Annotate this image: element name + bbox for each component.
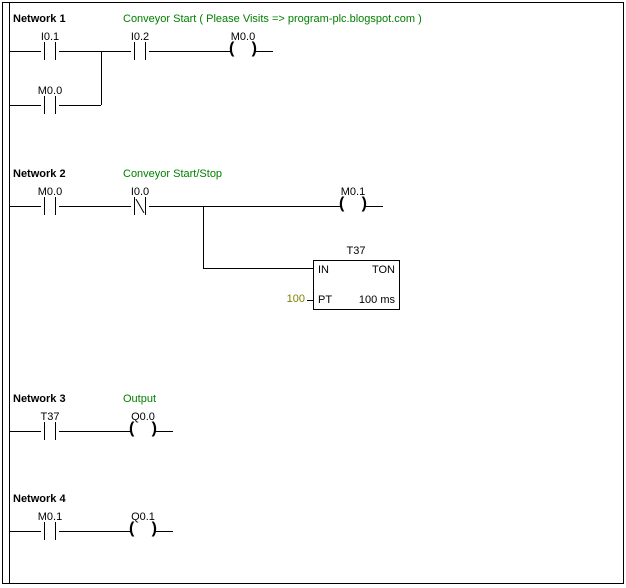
wire	[59, 431, 131, 432]
contact-no[interactable]	[131, 42, 149, 60]
addr: Q0.0	[123, 411, 163, 423]
coil[interactable]: ()	[341, 197, 365, 215]
coil[interactable]: ()	[231, 42, 255, 60]
wire	[149, 51, 231, 52]
left-power-rail	[9, 3, 10, 583]
timer-name: T37	[336, 245, 376, 257]
contact-no[interactable]	[41, 42, 59, 60]
coil[interactable]: ()	[131, 522, 155, 540]
addr: M0.1	[30, 511, 70, 523]
addr: T37	[30, 411, 70, 423]
timer-in-label: IN	[318, 264, 329, 276]
coil[interactable]: ()	[131, 422, 155, 440]
timer-res-label: 100 ms	[359, 294, 395, 306]
wire	[10, 105, 41, 106]
addr: I0.2	[120, 31, 160, 43]
wire	[307, 300, 313, 301]
addr: M0.0	[30, 186, 70, 198]
timer-type-label: TON	[372, 264, 395, 276]
addr: I0.0	[120, 186, 160, 198]
wire	[149, 206, 341, 207]
wire	[365, 206, 383, 207]
network2-comment: Conveyor Start/Stop	[123, 168, 222, 180]
timer-box[interactable]: IN TON PT 100 ms	[313, 260, 400, 310]
addr: M0.0	[30, 85, 70, 97]
addr: Q0.1	[123, 511, 163, 523]
ladder-editor: Network 1 Conveyor Start ( Please Visits…	[2, 2, 624, 584]
addr: I0.1	[30, 31, 70, 43]
wire	[10, 431, 41, 432]
contact-nc[interactable]	[131, 197, 149, 215]
wire	[10, 51, 41, 52]
wire	[155, 531, 173, 532]
timer-pt-label: PT	[318, 294, 332, 306]
wire	[59, 105, 101, 106]
contact-no[interactable]	[41, 522, 59, 540]
wire	[59, 51, 131, 52]
wire	[10, 531, 41, 532]
wire	[203, 268, 313, 269]
network3-comment: Output	[123, 393, 156, 405]
wire	[203, 206, 204, 268]
wire	[10, 206, 41, 207]
wire	[101, 51, 102, 105]
addr: M0.0	[223, 31, 263, 43]
wire	[59, 531, 131, 532]
timer-pt-value: 100	[273, 293, 305, 305]
network3-title: Network 3	[13, 393, 66, 405]
network1-title: Network 1	[13, 13, 66, 25]
network2-title: Network 2	[13, 168, 66, 180]
network4-title: Network 4	[13, 493, 66, 505]
wire	[255, 51, 273, 52]
addr: M0.1	[333, 186, 373, 198]
network1-comment: Conveyor Start ( Please Visits => progra…	[123, 13, 422, 25]
contact-no[interactable]	[41, 422, 59, 440]
contact-no[interactable]	[41, 197, 59, 215]
wire	[59, 206, 131, 207]
contact-no[interactable]	[41, 96, 59, 114]
wire	[155, 431, 173, 432]
